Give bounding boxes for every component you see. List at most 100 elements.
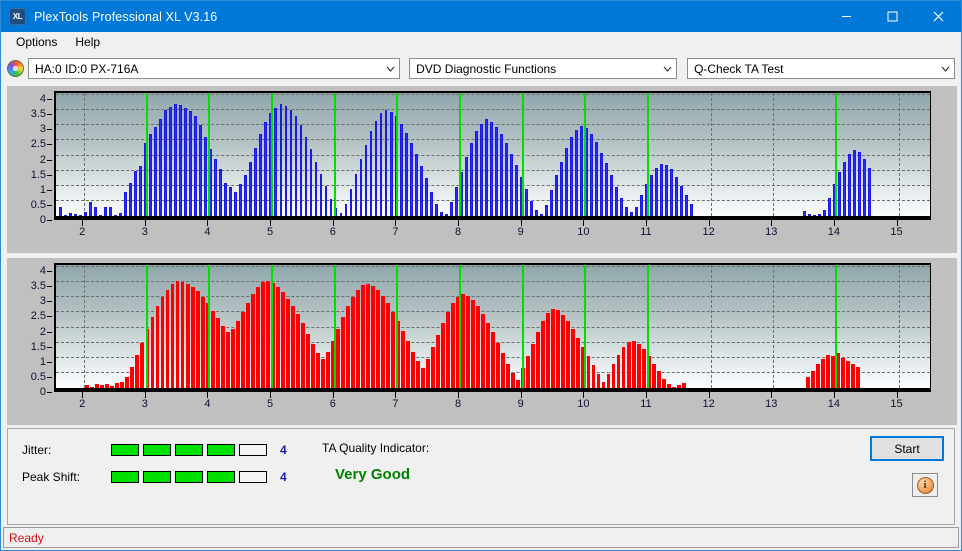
chart-bar <box>424 178 428 216</box>
gauge-segment <box>207 471 235 483</box>
chart-bar <box>110 386 115 388</box>
chart-bar <box>406 341 410 388</box>
chart-bar <box>680 185 684 216</box>
chart-bar <box>115 383 120 388</box>
chart-bar <box>355 289 360 388</box>
chart-bar <box>275 286 280 388</box>
chart-bar <box>245 303 250 388</box>
maximize-icon[interactable] <box>869 1 915 32</box>
chart-bar <box>329 199 333 216</box>
chart-bar <box>621 347 626 388</box>
chart-bar <box>345 306 350 388</box>
chart-bar <box>670 169 674 216</box>
menu-item-options[interactable]: Options <box>7 33 66 52</box>
minimize-icon[interactable] <box>823 1 869 32</box>
start-button[interactable]: Start <box>870 436 944 461</box>
chart-bar <box>244 175 248 216</box>
chart-bar <box>818 214 821 216</box>
jitter-row: Jitter: 4 <box>22 440 287 460</box>
chart-bar <box>461 293 466 388</box>
chart-bar <box>174 104 178 216</box>
y-axis-label: 1 <box>39 355 46 368</box>
chart-bar <box>344 203 348 216</box>
chart-bar <box>200 297 205 388</box>
function-select[interactable]: DVD Diagnostic Functions <box>409 58 678 79</box>
chevron-down-icon <box>937 66 954 72</box>
y-axis-tick <box>47 204 52 206</box>
chart-bar <box>676 384 681 388</box>
marker-line <box>145 93 148 216</box>
quality-value: Very Good <box>335 466 411 483</box>
chart-bar <box>840 357 845 388</box>
chart-bar <box>641 349 646 388</box>
chart-bar <box>526 356 531 388</box>
jitter-value: 4 <box>280 443 287 457</box>
y-axis-tick <box>47 376 52 378</box>
x-axis-label: 10 <box>577 398 590 410</box>
close-icon[interactable] <box>915 1 961 32</box>
jitter-chart-plot <box>54 91 931 218</box>
gauge-segment <box>143 444 171 456</box>
jitter-chart-y-axis: 0 0.5 1 1.5 2 2.5 3 3.5 4 <box>7 86 52 226</box>
peak-shift-value: 4 <box>280 470 287 484</box>
chart-bar <box>260 282 265 388</box>
marker-line <box>584 265 587 388</box>
chart-bar <box>535 209 538 216</box>
selector-bar: HA:0 ID:0 PX-716A DVD Diagnostic Functio… <box>1 54 961 83</box>
chart-bar <box>254 147 258 216</box>
chart-bar <box>149 134 152 216</box>
chart-bar <box>848 154 852 216</box>
chart-bar <box>858 151 862 216</box>
marker-line <box>646 93 649 216</box>
chart-bar <box>364 144 368 216</box>
info-icon: i <box>916 476 934 494</box>
chart-bar <box>289 110 293 216</box>
chart-bar <box>421 368 426 388</box>
chart-bar <box>109 206 112 216</box>
chart-bar <box>500 134 503 216</box>
chart-bar <box>655 167 659 216</box>
info-button[interactable]: i <box>912 473 938 497</box>
chart-bar <box>845 360 850 388</box>
chart-bar <box>531 344 536 388</box>
chart-bar <box>850 363 855 388</box>
chart-bar <box>551 308 556 388</box>
chart-bar <box>230 329 235 388</box>
y-axis-label: 3.5 <box>30 280 46 293</box>
chart-bar <box>85 384 90 388</box>
y-axis-tick <box>47 392 52 393</box>
jitter-label: Jitter: <box>22 443 52 457</box>
y-axis-label: 0 <box>39 386 46 398</box>
drive-select[interactable]: HA:0 ID:0 PX-716A <box>28 58 401 79</box>
chart-bar <box>605 163 608 216</box>
x-axis-label: 10 <box>577 226 590 238</box>
x-axis-label: 8 <box>454 398 462 410</box>
chart-bar <box>215 318 220 388</box>
menu-item-help[interactable]: Help <box>66 33 109 52</box>
x-axis-label: 8 <box>454 226 462 238</box>
chart-bar <box>264 122 268 216</box>
chart-bar <box>491 332 496 388</box>
results-panel: Jitter: 4 Peak Shift: 4 TA Quality Indic… <box>7 428 955 525</box>
chart-bar <box>119 212 122 216</box>
chart-bar <box>325 351 330 388</box>
chart-bar <box>369 131 373 216</box>
chart-bar <box>219 169 223 216</box>
x-axis-label: 9 <box>517 398 524 410</box>
chart-bar <box>489 121 493 216</box>
chart-bar <box>389 111 393 216</box>
chart-bar <box>371 285 375 388</box>
window-controls <box>823 1 961 32</box>
y-axis-label: 2.5 <box>30 310 46 323</box>
x-axis-label: 9 <box>517 226 524 238</box>
chart-bar <box>224 182 228 216</box>
chart-bar <box>234 191 238 216</box>
test-select[interactable]: Q-Check TA Test <box>687 58 955 79</box>
chart-bar <box>580 125 583 216</box>
chart-bar <box>195 291 200 388</box>
chart-bar <box>486 323 491 388</box>
chart-bar <box>314 161 318 216</box>
chart-bar <box>100 384 105 388</box>
x-axis-label: 2 <box>79 226 86 238</box>
chart-bar <box>134 170 137 216</box>
